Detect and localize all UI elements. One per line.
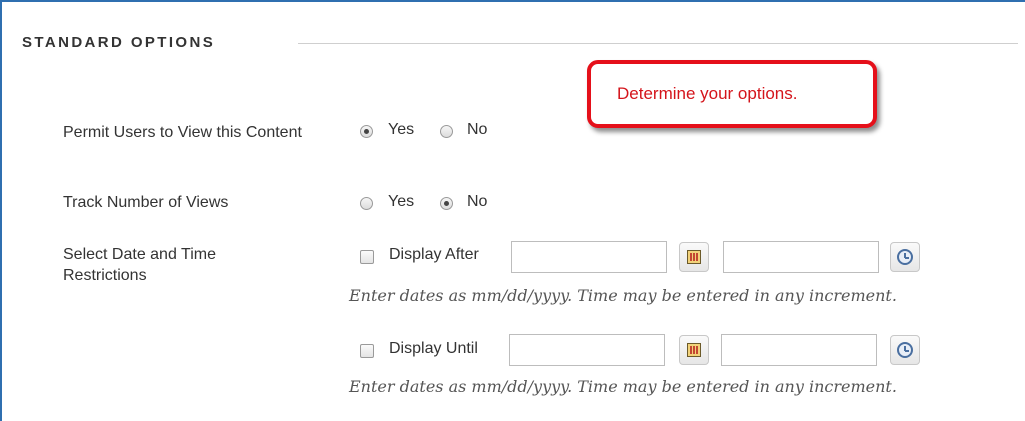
display-until-hint: Enter dates as mm/dd/yyyy. Time may be e…	[349, 377, 897, 396]
permit-view-no-label[interactable]: No	[467, 121, 487, 139]
display-until-calendar-button[interactable]	[679, 335, 709, 365]
display-until-label[interactable]: Display Until	[389, 340, 478, 358]
annotation-callout: Determine your options.	[587, 60, 877, 128]
calendar-icon	[687, 343, 701, 357]
calendar-icon	[687, 250, 701, 264]
display-after-time-input[interactable]	[723, 241, 879, 273]
display-until-time-input[interactable]	[721, 334, 877, 366]
track-views-no-radio[interactable]	[440, 197, 453, 210]
permit-view-no-radio[interactable]	[440, 125, 453, 138]
display-after-label[interactable]: Display After	[389, 246, 479, 264]
display-after-checkbox[interactable]	[360, 250, 374, 264]
display-until-date-input[interactable]	[509, 334, 665, 366]
callout-text: Determine your options.	[617, 84, 798, 103]
track-views-yes-radio[interactable]	[360, 197, 373, 210]
display-after-hint: Enter dates as mm/dd/yyyy. Time may be e…	[349, 286, 897, 305]
display-after-date-input[interactable]	[511, 241, 667, 273]
permit-view-label: Permit Users to View this Content	[63, 124, 302, 141]
track-views-yes-label[interactable]: Yes	[388, 193, 414, 211]
track-views-label: Track Number of Views	[63, 194, 229, 211]
display-after-clock-button[interactable]	[890, 242, 920, 272]
display-until-clock-button[interactable]	[890, 335, 920, 365]
permit-view-yes-radio[interactable]	[360, 125, 373, 138]
section-divider	[298, 43, 1018, 44]
clock-icon	[897, 342, 913, 358]
section-title: STANDARD OPTIONS	[22, 34, 216, 51]
track-views-no-label[interactable]: No	[467, 193, 487, 211]
clock-icon	[897, 249, 913, 265]
permit-view-yes-label[interactable]: Yes	[388, 121, 414, 139]
display-until-checkbox[interactable]	[360, 344, 374, 358]
display-after-calendar-button[interactable]	[679, 242, 709, 272]
date-restrictions-label: Select Date and Time Restrictions	[63, 246, 216, 284]
